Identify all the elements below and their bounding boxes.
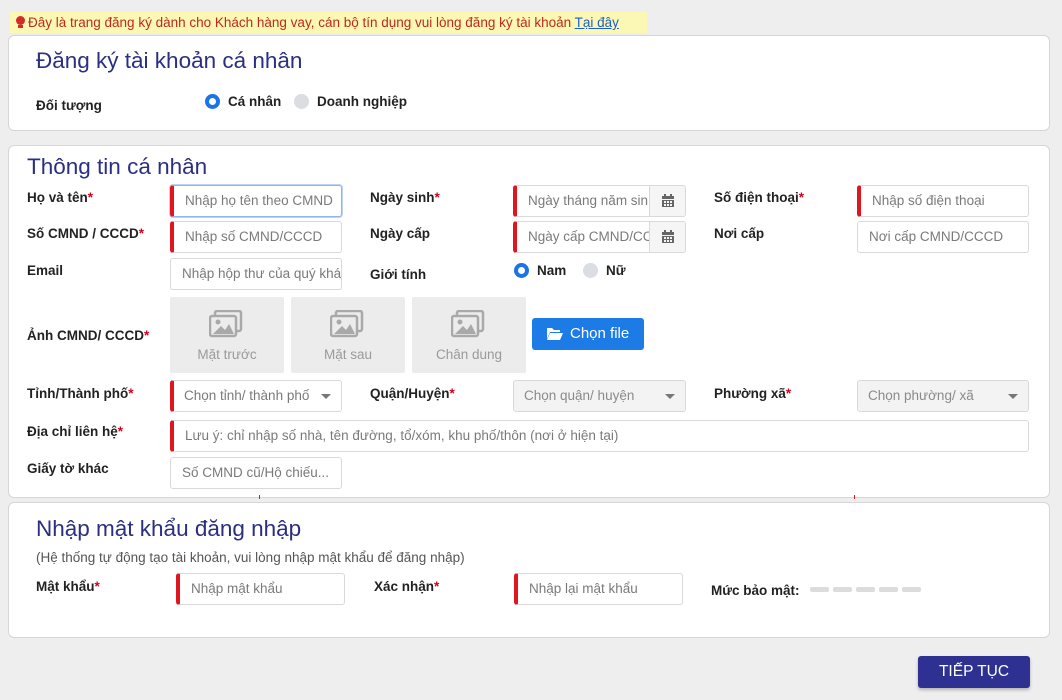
email-label: Email — [27, 263, 64, 278]
continue-button[interactable]: TIẾP TỤC — [918, 656, 1030, 688]
issue-place-input[interactable]: Nơi cấp CMND/CCCD — [857, 221, 1029, 253]
radio-male[interactable] — [514, 263, 529, 278]
photo-back-label: Mặt sau — [323, 347, 373, 362]
image-icon — [209, 310, 243, 338]
strength-meter-segment — [856, 587, 875, 592]
calendar-icon[interactable] — [649, 186, 685, 216]
strength-label: Mức bảo mật: — [711, 583, 800, 598]
notice-banner: Đây là trang đăng ký dành cho Khách hàng… — [10, 12, 647, 33]
radio-business-label[interactable]: Doanh nghiệp — [317, 94, 407, 109]
photo-back-tile[interactable]: Mặt sau — [291, 297, 405, 373]
phone-label: Số điện thoại* — [714, 190, 805, 205]
strength-meter-segment — [902, 587, 921, 592]
dob-label: Ngày sinh* — [370, 190, 440, 205]
ward-label: Phường xã* — [714, 386, 792, 401]
issue-date-label: Ngày cấp — [370, 226, 431, 241]
district-select[interactable]: Chọn quận/ huyện — [513, 380, 686, 412]
photo-portrait-label: Chân dung — [435, 347, 503, 362]
divider-mark — [259, 495, 260, 499]
confirm-label: Xác nhận* — [374, 579, 440, 594]
issue-date-input[interactable]: Ngày cấp CMND/CCCD — [513, 221, 686, 253]
password-label: Mật khẩu* — [36, 579, 100, 594]
other-docs-label: Giấy tờ khác — [27, 461, 109, 476]
confirm-password-input[interactable]: Nhập lại mật khẩu — [514, 573, 683, 605]
image-icon — [330, 310, 364, 338]
account-type-title: Đăng ký tài khoản cá nhân — [36, 48, 303, 73]
lightbulb-icon — [16, 16, 25, 29]
radio-female[interactable] — [583, 263, 598, 278]
radio-individual[interactable] — [205, 94, 220, 109]
password-title: Nhập mật khẩu đăng nhập — [36, 516, 302, 541]
password-subtitle: (Hệ thống tự động tạo tài khoản, vui lòn… — [36, 550, 465, 565]
strength-meter-segment — [879, 587, 898, 592]
folder-open-icon — [547, 328, 563, 340]
register-officer-link[interactable]: Tại đây — [575, 15, 619, 30]
divider-mark — [854, 495, 855, 499]
address-label: Địa chỉ liên hệ* — [27, 424, 124, 439]
calendar-icon[interactable] — [649, 222, 685, 252]
radio-business[interactable] — [294, 94, 309, 109]
personal-info-title: Thông tin cá nhân — [27, 154, 208, 179]
radio-individual-label[interactable]: Cá nhân — [228, 94, 281, 109]
strength-meter-segment — [833, 587, 852, 592]
photo-front-tile[interactable]: Mặt trước — [170, 297, 284, 373]
dob-input[interactable]: Ngày tháng năm sinh — [513, 185, 686, 217]
district-label: Quận/Huyện* — [370, 386, 455, 401]
gender-label: Giới tính — [370, 267, 427, 282]
id-number-label: Số CMND / CCCD* — [27, 226, 145, 241]
other-docs-input[interactable]: Số CMND cũ/Hộ chiếu... — [170, 457, 342, 489]
radio-male-label[interactable]: Nam — [537, 263, 566, 278]
full-name-label: Họ và tên* — [27, 190, 94, 205]
photo-portrait-tile[interactable]: Chân dung — [412, 297, 526, 373]
account-type-label: Đối tượng — [36, 98, 102, 113]
ward-select[interactable]: Chọn phường/ xã — [857, 380, 1029, 412]
chevron-down-icon — [665, 394, 675, 399]
strength-meter-segment — [810, 587, 829, 592]
id-number-input[interactable]: Nhập số CMND/CCCD — [170, 221, 342, 253]
address-input[interactable]: Lưu ý: chỉ nhập số nhà, tên đường, tổ/xó… — [170, 420, 1029, 452]
password-input[interactable]: Nhập mật khẩu — [176, 573, 345, 605]
choose-file-button[interactable]: Chọn file — [532, 318, 644, 350]
email-input[interactable]: Nhập hộp thư của quý khách — [170, 258, 342, 290]
chevron-down-icon — [1008, 394, 1018, 399]
full-name-input[interactable]: Nhập họ tên theo CMND — [170, 185, 342, 217]
issue-place-label: Nơi cấp — [714, 226, 765, 241]
id-photo-label: Ảnh CMND/ CCCD* — [27, 328, 150, 343]
province-select[interactable]: Chọn tỉnh/ thành phố — [170, 380, 342, 412]
radio-female-label[interactable]: Nữ — [606, 263, 626, 278]
chevron-down-icon — [321, 394, 331, 399]
notice-text: Đây là trang đăng ký dành cho Khách hàng… — [28, 15, 575, 30]
photo-front-label: Mặt trước — [197, 347, 257, 362]
image-icon — [451, 310, 485, 338]
phone-input[interactable]: Nhập số điện thoại — [857, 185, 1029, 217]
province-label: Tỉnh/Thành phố* — [27, 386, 134, 401]
